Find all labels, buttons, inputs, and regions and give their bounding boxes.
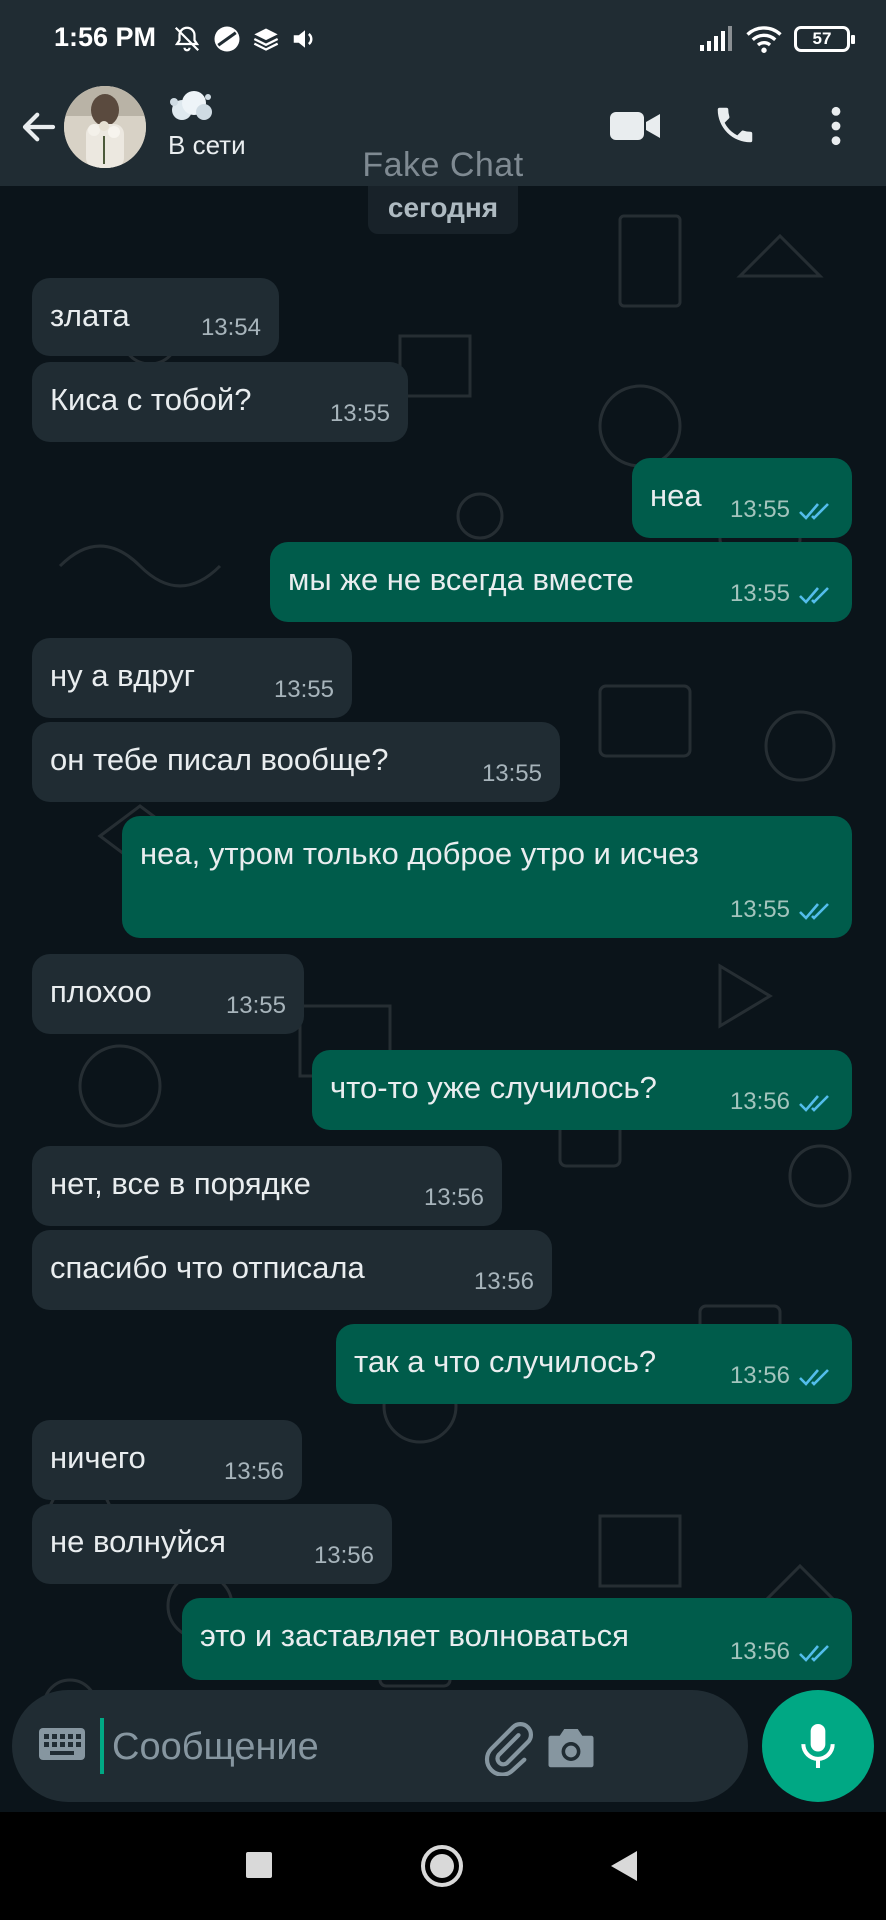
message-text: не волнуйся: [50, 1524, 226, 1559]
camera-icon[interactable]: [544, 1722, 598, 1772]
read-receipt-icon: [799, 1369, 829, 1386]
message-text: он тебе писал вообще?: [50, 742, 389, 777]
system-nav-bar: [0, 1812, 886, 1920]
message-time: 13:56: [313, 1542, 374, 1569]
no-disturb-icon: [214, 26, 240, 52]
keyboard-icon[interactable]: [38, 1726, 86, 1762]
more-vertical-icon[interactable]: [820, 104, 852, 148]
phone-icon[interactable]: [712, 102, 758, 148]
recents-square-icon[interactable]: [244, 1850, 274, 1880]
mic-icon: [801, 1724, 835, 1768]
layers-icon: [253, 28, 279, 51]
text-cursor: [100, 1718, 104, 1774]
outgoing-message[interactable]: мы же не всегда вместе 13:55: [270, 542, 852, 622]
incoming-message[interactable]: плохоо 13:55: [32, 954, 304, 1034]
message-time: 13:55: [225, 992, 286, 1019]
message-text: Киса с тобой?: [50, 382, 252, 417]
message-time: 13:55: [481, 760, 542, 787]
incoming-message[interactable]: злата 13:54: [32, 278, 279, 356]
message-text: неа, утром только доброе утро и исчез: [140, 836, 699, 871]
message-text: нет, все в порядке: [50, 1166, 311, 1201]
battery-icon: 57: [794, 26, 855, 52]
message-text: это и заставляет волноваться: [200, 1618, 629, 1653]
message-time: 13:56: [729, 1362, 790, 1389]
incoming-message[interactable]: нет, все в порядке 13:56: [32, 1146, 502, 1226]
wifi-icon: [746, 26, 782, 53]
message-text: плохоо: [50, 974, 152, 1009]
bell-off-icon: [174, 26, 200, 52]
outgoing-message[interactable]: что-то уже случилось? 13:56: [312, 1050, 852, 1130]
status-bar: 1:56 PM 57: [0, 0, 886, 78]
message-time: 13:56: [423, 1184, 484, 1211]
battery-level: 57: [812, 29, 832, 48]
outgoing-message[interactable]: так а что случилось? 13:56: [336, 1324, 852, 1404]
status-icons-right: 57: [698, 24, 855, 54]
outgoing-message[interactable]: это и заставляет волноваться 13:56: [182, 1598, 852, 1680]
read-receipt-icon: [799, 1095, 829, 1112]
date-divider: сегодня: [368, 186, 518, 234]
read-receipt-icon: [799, 903, 829, 920]
signal-icon: [700, 26, 732, 51]
home-circle-icon[interactable]: [420, 1844, 464, 1888]
read-receipt-icon: [799, 1645, 829, 1662]
back-triangle-icon[interactable]: [608, 1848, 640, 1884]
message-text: ничего: [50, 1440, 146, 1475]
message-text: неа: [650, 478, 702, 513]
message-input-bar[interactable]: Сообщение: [12, 1690, 748, 1802]
outgoing-message[interactable]: неа 13:55: [632, 458, 852, 538]
cloud-emoji-icon: [170, 91, 212, 120]
message-time: 13:55: [729, 896, 790, 923]
message-text: спасибо что отписала: [50, 1250, 365, 1285]
attach-icon[interactable]: [480, 1720, 536, 1776]
message-text: что-то уже случилось?: [330, 1070, 657, 1105]
incoming-message[interactable]: спасибо что отписала 13:56: [32, 1230, 552, 1310]
message-time: 13:56: [729, 1088, 790, 1115]
incoming-message[interactable]: он тебе писал вообще? 13:55: [32, 722, 560, 802]
mic-button[interactable]: [762, 1690, 874, 1802]
incoming-message[interactable]: ничего 13:56: [32, 1420, 302, 1500]
incoming-message[interactable]: ну а вдруг 13:55: [32, 638, 352, 718]
message-time: 13:55: [729, 496, 790, 523]
message-time: 13:54: [200, 314, 261, 341]
status-icons-left: [172, 24, 320, 54]
message-time: 13:56: [223, 1458, 284, 1485]
message-time: 13:55: [329, 400, 390, 427]
message-text: мы же не всегда вместе: [288, 562, 634, 597]
message-input[interactable]: Сообщение: [112, 1726, 319, 1769]
outgoing-message[interactable]: неа, утром только доброе утро и исчез 13:…: [122, 816, 852, 938]
incoming-message[interactable]: не волнуйся 13:56: [32, 1504, 392, 1584]
message-text: злата: [50, 298, 130, 333]
read-receipt-icon: [799, 503, 829, 520]
read-receipt-icon: [799, 587, 829, 604]
message-time: 13:55: [273, 676, 334, 703]
status-time: 1:56 PM: [54, 22, 157, 52]
chat-area[interactable]: сегодня злата 13:54 Киса с тобой? 13:55 неа 1…: [0, 186, 886, 1812]
message-time: 13:55: [729, 580, 790, 607]
back-arrow-icon[interactable]: [18, 106, 60, 148]
message-time: 13:56: [473, 1268, 534, 1295]
incoming-message[interactable]: Киса с тобой? 13:55: [32, 362, 408, 442]
watermark: Fake Chat: [362, 146, 524, 184]
message-time: 13:56: [729, 1638, 790, 1665]
message-text: ну а вдруг: [50, 658, 195, 693]
video-call-icon[interactable]: [608, 106, 664, 146]
message-text: так а что случилось?: [354, 1344, 657, 1379]
volume-icon: [293, 30, 313, 48]
